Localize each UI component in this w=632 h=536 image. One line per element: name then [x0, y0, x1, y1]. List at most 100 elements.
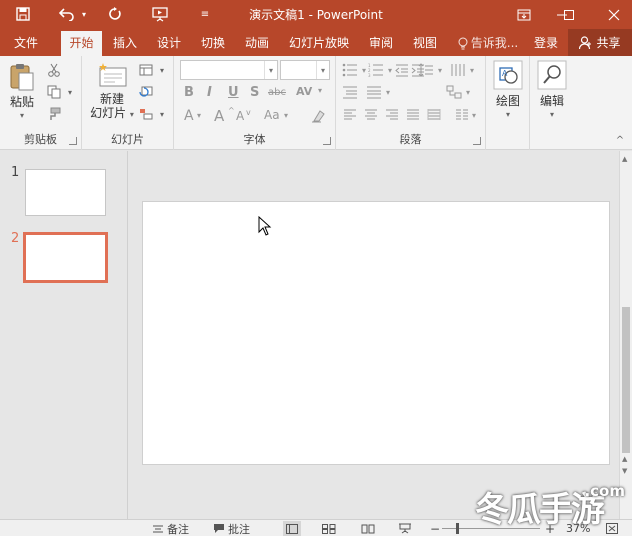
strikethrough-icon[interactable]: abc: [268, 87, 286, 98]
font-color-dropdown-icon[interactable]: ▾: [197, 111, 201, 120]
paragraph-launcher-icon[interactable]: [473, 137, 481, 145]
copy-icon[interactable]: [46, 84, 62, 100]
section-icon[interactable]: [138, 106, 154, 122]
zoom-out-icon[interactable]: −: [430, 521, 440, 536]
slideshow-from-start-icon[interactable]: [149, 3, 171, 25]
fit-slide-button[interactable]: [606, 521, 618, 536]
zoom-level[interactable]: 37%: [566, 521, 590, 536]
sign-in-link[interactable]: 登录: [528, 31, 564, 56]
tab-transitions[interactable]: 切换: [193, 31, 233, 56]
tab-slide-show[interactable]: 幻灯片放映: [284, 31, 354, 56]
redo-icon[interactable]: [104, 3, 126, 25]
drawing-group: A 绘图 ▾: [486, 56, 530, 150]
font-size-combobox[interactable]: ▾: [280, 60, 330, 80]
font-name-dropdown-icon[interactable]: ▾: [264, 61, 277, 79]
decrease-indent-icon[interactable]: [394, 62, 410, 78]
smartart-dropdown-icon[interactable]: ▾: [460, 84, 476, 100]
font-name-combobox[interactable]: ▾: [180, 60, 278, 80]
notes-icon: [153, 525, 163, 532]
justify-icon[interactable]: [405, 107, 421, 123]
format-painter-icon[interactable]: [46, 106, 62, 122]
zoom-in-icon[interactable]: +: [545, 521, 555, 536]
tell-me-box[interactable]: 告诉我...: [452, 31, 524, 56]
notes-button[interactable]: 备注: [152, 521, 189, 536]
font-size-dropdown-icon[interactable]: ▾: [316, 61, 329, 79]
tab-animations[interactable]: 动画: [237, 31, 277, 56]
paste-button[interactable]: 粘贴 ▾: [5, 62, 39, 123]
layout-dropdown-icon[interactable]: ▾: [154, 62, 170, 78]
ribbon-display-options-icon[interactable]: [504, 0, 544, 29]
slide-thumbnail-1[interactable]: [25, 169, 106, 216]
scroll-up-icon[interactable]: ▲: [622, 155, 627, 163]
font-color-icon[interactable]: A: [184, 108, 194, 124]
undo-dropdown-icon[interactable]: ▾: [78, 3, 90, 25]
undo-icon[interactable]: [56, 3, 78, 25]
tab-home[interactable]: 开始: [61, 31, 102, 56]
paragraph-group: ▾ 123 ▾ ▾ ▾ ▾ ▾ ▾ 段落: [336, 56, 486, 150]
change-case-icon[interactable]: Aa: [264, 108, 280, 122]
collapse-ribbon-icon[interactable]: ^: [612, 132, 628, 148]
tab-review[interactable]: 审阅: [362, 31, 400, 56]
close-icon[interactable]: [596, 0, 632, 29]
font-launcher-icon[interactable]: [323, 137, 331, 145]
align-left-icon[interactable]: [342, 107, 358, 123]
zoom-slider[interactable]: [442, 521, 540, 536]
svg-text:A: A: [502, 69, 508, 78]
editing-button[interactable]: 编辑 ▾: [534, 60, 570, 122]
tab-insert[interactable]: 插入: [105, 31, 145, 56]
reset-icon[interactable]: [138, 84, 154, 100]
italic-icon[interactable]: I: [207, 85, 212, 100]
bold-icon[interactable]: B: [184, 85, 194, 100]
notes-label: 备注: [167, 522, 189, 536]
clipboard-launcher-icon[interactable]: [69, 137, 77, 145]
title-bar: ▾ ≡ 演示文稿1 - PowerPoint: [0, 0, 632, 29]
tab-file[interactable]: 文件: [4, 31, 48, 56]
align-center-icon[interactable]: [363, 107, 379, 123]
comments-button[interactable]: 批注: [213, 521, 250, 536]
new-slide-button[interactable]: 新建 幻灯片 ▾: [88, 62, 136, 122]
save-icon[interactable]: [12, 3, 34, 25]
drawing-button[interactable]: A 绘图 ▾: [490, 60, 526, 122]
line-spacing-dropdown-icon[interactable]: ▾: [432, 62, 448, 78]
distributed-icon[interactable]: [426, 107, 442, 123]
text-direction-icon[interactable]: [342, 84, 358, 100]
vertical-scrollbar[interactable]: ▲ ▲ ▼: [619, 151, 632, 519]
comments-label: 批注: [228, 522, 250, 536]
next-slide-icon[interactable]: ▼: [622, 467, 627, 475]
slide-show-button[interactable]: [398, 521, 412, 536]
cut-icon[interactable]: [46, 62, 62, 78]
decrease-font-size-icon[interactable]: A: [236, 109, 244, 123]
tab-view[interactable]: 视图: [405, 31, 445, 56]
layout-icon[interactable]: [138, 62, 154, 78]
columns-dropdown-icon[interactable]: ▾: [464, 62, 480, 78]
align-right-icon[interactable]: [384, 107, 400, 123]
slide-thumbnail-2[interactable]: [23, 232, 108, 283]
character-spacing-icon[interactable]: AV: [296, 85, 312, 98]
ribbon: 粘贴 ▾ ▾ 剪贴板 新建 幻灯片 ▾ ▾ ▾ 幻灯片 ▾ ▾ B I U S …: [0, 56, 632, 150]
character-spacing-dropdown-icon[interactable]: ▾: [318, 86, 322, 95]
increase-font-size-icon[interactable]: A: [214, 107, 224, 125]
change-case-dropdown-icon[interactable]: ▾: [284, 111, 288, 120]
copy-dropdown-icon[interactable]: ▾: [62, 84, 78, 100]
tab-design[interactable]: 设计: [149, 31, 189, 56]
normal-view-button[interactable]: [283, 521, 301, 536]
slide-sorter-button[interactable]: [322, 521, 336, 536]
share-button[interactable]: 共享: [568, 29, 632, 56]
clear-formatting-icon[interactable]: [310, 108, 326, 124]
underline-icon[interactable]: U: [228, 85, 239, 100]
paragraph-columns-dropdown-icon[interactable]: ▾: [466, 107, 482, 123]
zoom-slider-thumb[interactable]: [456, 523, 459, 534]
text-shadow-icon[interactable]: S: [250, 85, 259, 100]
maximize-icon[interactable]: [552, 0, 586, 29]
scrollbar-thumb[interactable]: [622, 307, 630, 453]
reading-view-icon: [361, 524, 375, 533]
slide-show-icon: [399, 523, 411, 534]
previous-slide-icon[interactable]: ▲: [622, 455, 627, 463]
customize-toolbar-icon[interactable]: ≡: [198, 3, 212, 25]
normal-view-icon: [286, 523, 298, 534]
align-text-dropdown-icon[interactable]: ▾: [380, 84, 396, 100]
current-slide[interactable]: [142, 201, 610, 465]
reading-view-button[interactable]: [361, 521, 375, 536]
section-dropdown-icon[interactable]: ▾: [154, 106, 170, 122]
status-bar: 备注 批注 − + 37%: [0, 519, 632, 536]
